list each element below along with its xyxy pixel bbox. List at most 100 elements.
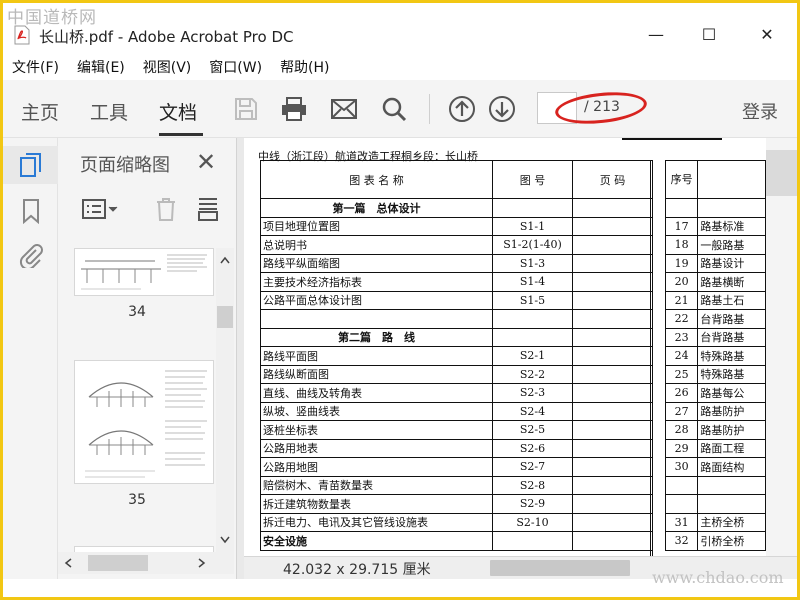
row-name: 安全设施 bbox=[260, 531, 493, 551]
table-row: 总说明书 S1-2(1-40) bbox=[260, 235, 653, 255]
thumbnail-vertical-scrollbar[interactable] bbox=[216, 248, 234, 552]
row-page bbox=[572, 401, 653, 421]
right-row-name: 一般路基 bbox=[697, 235, 766, 255]
right-row-name: 特殊路基 bbox=[697, 346, 766, 366]
menu-edit[interactable]: 编辑(E) bbox=[68, 57, 134, 77]
right-table-header-row: 序号 bbox=[664, 160, 766, 199]
row-name: 第二篇 路 线 bbox=[260, 327, 493, 347]
right-row-no: 28 bbox=[664, 420, 699, 440]
pages-icon[interactable] bbox=[18, 152, 44, 178]
right-row-name: 路基每公 bbox=[697, 383, 766, 403]
right-row-name bbox=[697, 198, 766, 218]
watermark-bottom: www.chdao.com bbox=[652, 568, 784, 587]
print-button[interactable] bbox=[279, 94, 309, 124]
row-name: 赔偿树木、青苗数量表 bbox=[260, 475, 493, 495]
attachment-icon[interactable] bbox=[18, 242, 44, 268]
table-body: 第一篇 总体设计 项目地理位置图 S1-1 总说明书 S1-2(1-40) 路线平纵面缩图… bbox=[260, 198, 653, 551]
row-code: S1-4 bbox=[492, 272, 573, 292]
tab-home[interactable]: 主页 bbox=[21, 98, 59, 125]
right-row-no bbox=[664, 475, 699, 495]
pdf-file-icon bbox=[14, 25, 30, 45]
next-page-button[interactable] bbox=[487, 94, 517, 124]
scroll-down-icon[interactable] bbox=[220, 536, 230, 544]
thumbnail-page-35[interactable] bbox=[74, 360, 214, 484]
menu-window[interactable]: 窗口(W) bbox=[200, 57, 271, 77]
minimize-button[interactable]: — bbox=[633, 19, 679, 49]
panel-splitter[interactable] bbox=[236, 138, 244, 579]
row-page bbox=[572, 512, 653, 532]
table-row: 项目地理位置图 S1-1 bbox=[260, 216, 653, 236]
printer-icon bbox=[282, 97, 306, 121]
right-table-row: 28 路基防护 bbox=[664, 420, 766, 440]
table-row: 纵坡、竖曲线表 S2-4 bbox=[260, 401, 653, 421]
table-row: 路线平面图 S2-1 bbox=[260, 346, 653, 366]
extract-page-icon[interactable] bbox=[196, 196, 220, 222]
table-row: 赔偿树木、青苗数量表 S2-8 bbox=[260, 475, 653, 495]
document-scroll-thumb[interactable] bbox=[766, 150, 797, 196]
right-row-no: 31 bbox=[664, 512, 699, 532]
email-button[interactable] bbox=[329, 94, 359, 124]
thumbnail-options-icon[interactable] bbox=[82, 198, 120, 220]
login-button[interactable]: 登录 bbox=[742, 98, 778, 124]
right-table-row: 17 路基标准 bbox=[664, 216, 766, 236]
thumbnail-scroll-thumb[interactable] bbox=[217, 306, 233, 328]
right-row-name: 引桥全桥 bbox=[697, 531, 766, 551]
table-row: 路线纵断面图 S2-2 bbox=[260, 364, 653, 384]
row-page bbox=[572, 272, 653, 292]
scroll-up-icon[interactable] bbox=[220, 256, 230, 264]
right-table-row: 18 一般路基 bbox=[664, 235, 766, 255]
close-button[interactable]: ✕ bbox=[744, 19, 790, 49]
save-icon bbox=[235, 98, 257, 120]
document-vertical-scrollbar[interactable] bbox=[766, 138, 797, 556]
scroll-right-icon[interactable] bbox=[198, 558, 206, 568]
thumbnail-page-34[interactable] bbox=[74, 248, 214, 296]
right-row-no: 19 bbox=[664, 253, 699, 273]
save-button[interactable] bbox=[231, 94, 261, 124]
row-page bbox=[572, 253, 653, 273]
row-name: 公路平面总体设计图 bbox=[260, 290, 493, 310]
bookmark-icon[interactable] bbox=[18, 198, 44, 224]
right-table-row: 25 特殊路基 bbox=[664, 364, 766, 384]
right-row-no: 20 bbox=[664, 272, 699, 292]
row-name: 项目地理位置图 bbox=[260, 216, 493, 236]
header-rule bbox=[622, 138, 722, 140]
right-table-row bbox=[664, 494, 766, 514]
row-page bbox=[572, 475, 653, 495]
panel-toolbar bbox=[74, 194, 224, 224]
row-code bbox=[492, 327, 573, 347]
scroll-left-icon[interactable] bbox=[64, 558, 72, 568]
right-row-name: 路基防护 bbox=[697, 420, 766, 440]
row-code: S2-10 bbox=[492, 512, 573, 532]
left-navigation-rail bbox=[3, 138, 58, 579]
maximize-button[interactable]: ☐ bbox=[686, 19, 732, 49]
row-code: S2-8 bbox=[492, 475, 573, 495]
thumbnail-hscroll-thumb[interactable] bbox=[88, 555, 148, 571]
menu-file[interactable]: 文件(F) bbox=[3, 57, 68, 77]
table-row: 公路用地图 S2-7 bbox=[260, 457, 653, 477]
row-name: 总说明书 bbox=[260, 235, 493, 255]
document-hscroll-thumb[interactable] bbox=[490, 560, 630, 576]
row-page bbox=[572, 364, 653, 384]
table-row: 公路用地表 S2-6 bbox=[260, 438, 653, 458]
row-code: S2-1 bbox=[492, 346, 573, 366]
search-button[interactable] bbox=[379, 94, 409, 124]
page-thumbnails-panel: 页面缩略图 ✕ 34 35 bbox=[58, 138, 236, 579]
table-row: 主要技术经济指标表 S1-4 bbox=[260, 272, 653, 292]
previous-page-button[interactable] bbox=[447, 94, 477, 124]
thumbnail-label-34: 34 bbox=[128, 304, 146, 320]
column-header-name: 图 表 名 称 bbox=[260, 160, 493, 199]
thumbnail-horizontal-scrollbar[interactable] bbox=[58, 552, 234, 574]
delete-page-icon[interactable] bbox=[154, 196, 178, 222]
row-code: S2-9 bbox=[492, 494, 573, 514]
tab-document[interactable]: 文档 bbox=[159, 98, 197, 125]
drawing-index-table: 图 表 名 称 图 号 页 码 第一篇 总体设计 项目地理位置图 S1-1 总说明书 S… bbox=[260, 160, 653, 551]
right-row-no: 18 bbox=[664, 235, 699, 255]
panel-close-icon[interactable]: ✕ bbox=[196, 148, 216, 176]
menu-view[interactable]: 视图(V) bbox=[134, 57, 201, 77]
menu-help[interactable]: 帮助(H) bbox=[271, 57, 338, 77]
tab-tools[interactable]: 工具 bbox=[90, 98, 128, 125]
row-name: 路线纵断面图 bbox=[260, 364, 493, 384]
row-page bbox=[572, 438, 653, 458]
right-row-name: 路基横断 bbox=[697, 272, 766, 292]
document-view[interactable]: 中线（浙江段）航道改造工程桐乡段：长山桥 图 表 名 称 图 号 页 码 第一篇… bbox=[244, 138, 766, 556]
